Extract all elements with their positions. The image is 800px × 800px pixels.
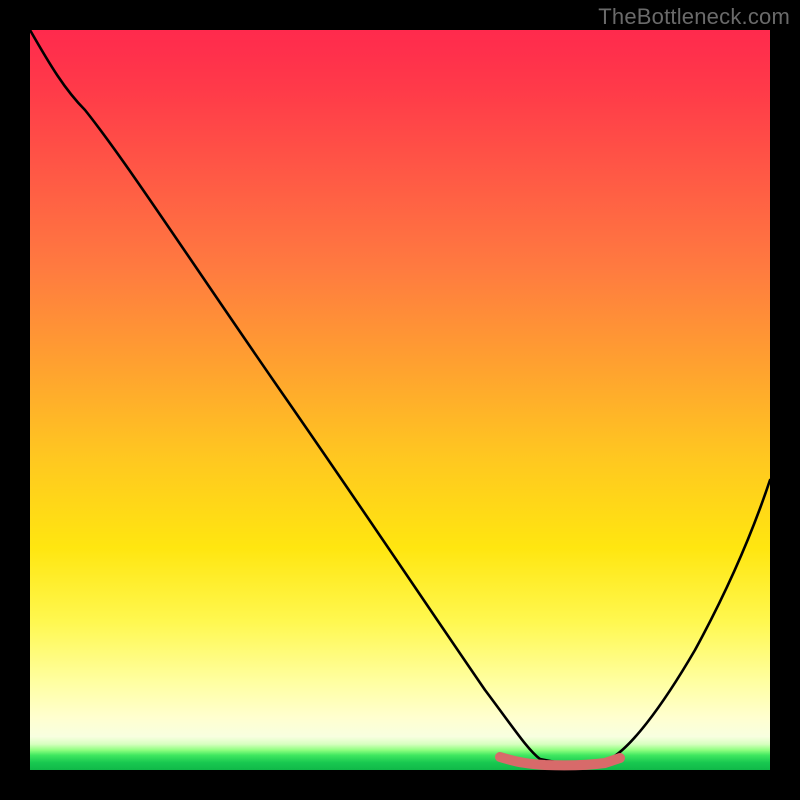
chart-svg [30,30,770,770]
watermark-text: TheBottleneck.com [598,4,790,30]
red-floor-segment [500,757,620,765]
chart-frame: TheBottleneck.com [0,0,800,800]
black-curve [30,30,770,763]
